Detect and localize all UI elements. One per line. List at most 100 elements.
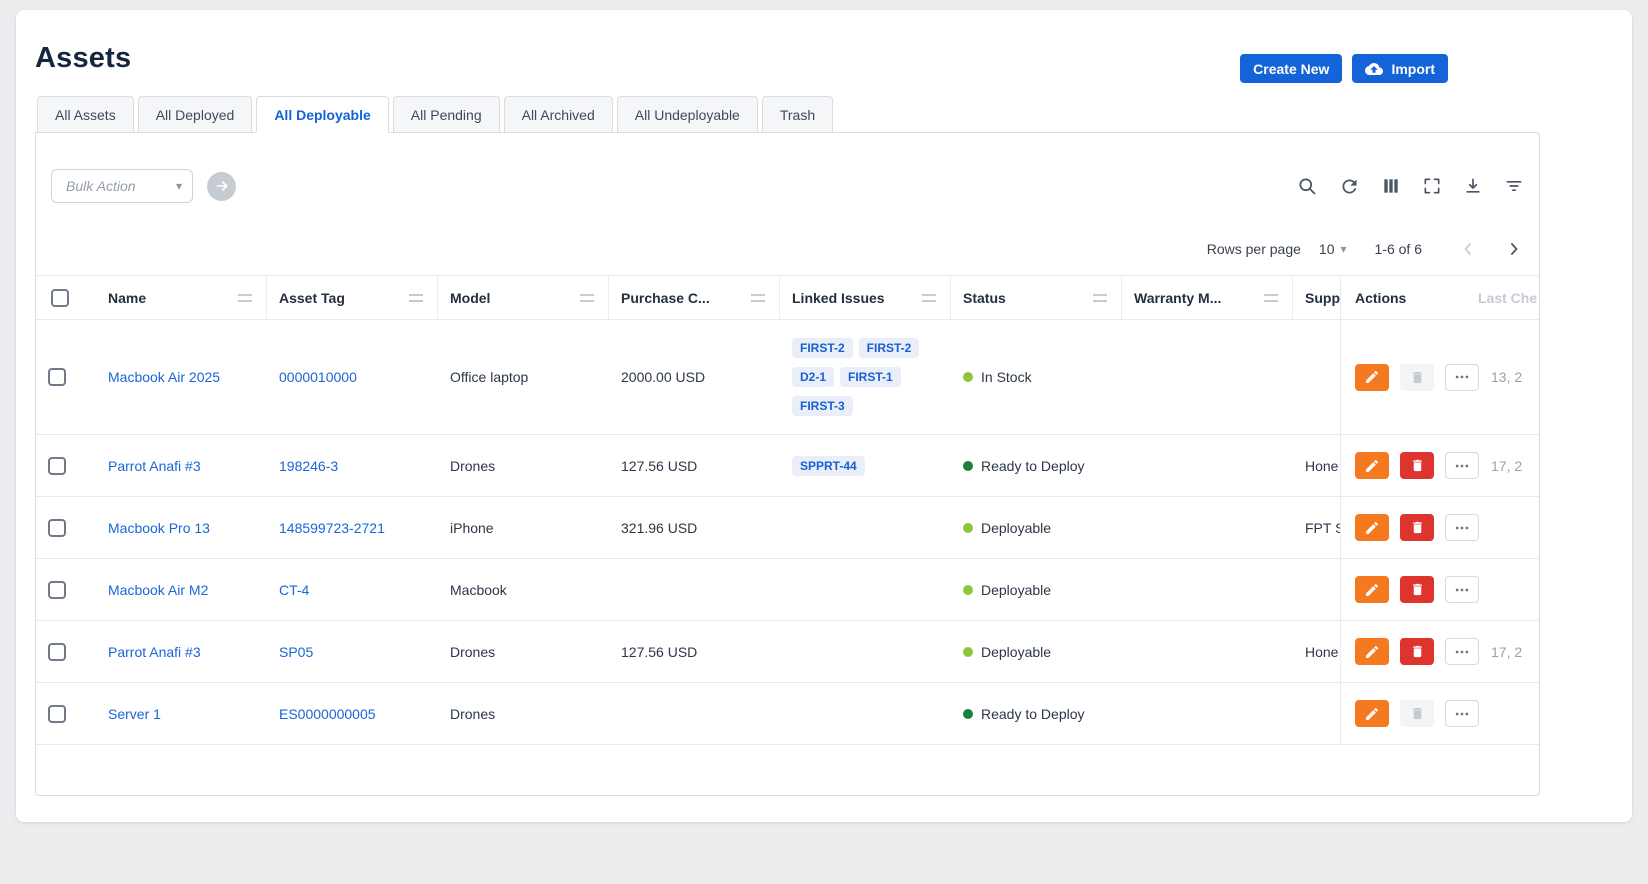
row-checkbox[interactable] — [48, 643, 66, 661]
row-checkbox[interactable] — [48, 457, 66, 475]
row-checkbox[interactable] — [48, 368, 66, 386]
edit-button[interactable] — [1355, 452, 1389, 479]
asset-tag-link[interactable]: SP05 — [279, 644, 313, 660]
asset-tag-cell: ES0000000005 — [267, 683, 438, 744]
trash-icon — [1410, 644, 1425, 659]
linked-issue-badge[interactable]: FIRST-3 — [792, 396, 853, 416]
columns-button[interactable] — [1381, 176, 1401, 196]
more-actions-button[interactable] — [1445, 514, 1479, 541]
prev-page-button[interactable] — [1458, 239, 1478, 259]
search-button[interactable] — [1297, 176, 1318, 197]
delete-button[interactable] — [1400, 364, 1434, 391]
export-button[interactable] — [1463, 176, 1483, 196]
edit-button[interactable] — [1355, 514, 1389, 541]
delete-button[interactable] — [1400, 576, 1434, 603]
refresh-button[interactable] — [1339, 176, 1360, 197]
tab-all-archived[interactable]: All Archived — [504, 96, 613, 133]
asset-name-link[interactable]: Macbook Air 2025 — [108, 369, 220, 385]
name-cell: Macbook Air M2 — [96, 559, 267, 620]
drag-handle-icon[interactable] — [1264, 294, 1278, 302]
edit-button[interactable] — [1355, 638, 1389, 665]
linked-issues-cell: FIRST-2 FIRST-2 D2-1 FIRST-1 FIRST-3 — [780, 320, 951, 434]
header-asset-tag[interactable]: Asset Tag — [267, 276, 438, 319]
drag-handle-icon[interactable] — [409, 294, 423, 302]
linked-issue-badge[interactable]: SPPRT-44 — [792, 456, 865, 476]
create-new-button[interactable]: Create New — [1240, 54, 1342, 83]
drag-handle-icon[interactable] — [751, 294, 765, 302]
header-purchase-cost[interactable]: Purchase C... — [609, 276, 780, 319]
more-actions-button[interactable] — [1445, 638, 1479, 665]
header-status[interactable]: Status — [951, 276, 1122, 319]
edit-button[interactable] — [1355, 576, 1389, 603]
model-cell: iPhone — [438, 497, 609, 558]
asset-name-link[interactable]: Server 1 — [108, 706, 161, 722]
apply-bulk-action-button[interactable] — [207, 172, 236, 201]
linked-issue-badge[interactable]: FIRST-1 — [840, 367, 901, 387]
delete-button[interactable] — [1400, 452, 1434, 479]
rows-per-page-value: 10 — [1319, 241, 1335, 257]
import-label: Import — [1391, 61, 1435, 77]
more-actions-button[interactable] — [1445, 364, 1479, 391]
edit-button[interactable] — [1355, 364, 1389, 391]
warranty-cell — [1122, 559, 1293, 620]
clipped-date-text: 13, 2 — [1491, 369, 1522, 385]
pencil-icon — [1364, 369, 1380, 385]
linked-issue-badge[interactable]: FIRST-2 — [792, 338, 853, 358]
tab-all-deployable[interactable]: All Deployable — [256, 96, 388, 133]
more-actions-button[interactable] — [1445, 700, 1479, 727]
asset-tag-link[interactable]: 0000010000 — [279, 369, 357, 385]
delete-button[interactable] — [1400, 700, 1434, 727]
filter-button[interactable] — [1504, 176, 1524, 196]
asset-tag-link[interactable]: 148599723-2721 — [279, 520, 385, 536]
fullscreen-button[interactable] — [1422, 176, 1442, 196]
drag-handle-icon[interactable] — [1093, 294, 1107, 302]
edit-button[interactable] — [1355, 700, 1389, 727]
row-checkbox[interactable] — [48, 581, 66, 599]
linked-issue-badge[interactable]: D2-1 — [792, 367, 834, 387]
tab-all-undeployable[interactable]: All Undeployable — [617, 96, 758, 133]
model-cell: Macbook — [438, 559, 609, 620]
header-warranty[interactable]: Warranty M... — [1122, 276, 1293, 319]
linked-issue-badge[interactable]: FIRST-2 — [859, 338, 920, 358]
drag-handle-icon[interactable] — [238, 294, 252, 302]
row-checkbox[interactable] — [48, 705, 66, 723]
header-actions-cell: Actions Last Che — [1341, 275, 1539, 320]
header-linked-issues[interactable]: Linked Issues — [780, 276, 951, 319]
table-header-row: Name Asset Tag Model Purchase C... Linke… — [36, 275, 1539, 320]
next-page-button[interactable] — [1504, 239, 1524, 259]
tab-all-deployed[interactable]: All Deployed — [138, 96, 253, 133]
bulk-action-group: Bulk Action ▾ — [51, 169, 236, 203]
linked-issues-cell — [780, 621, 951, 682]
asset-name-link[interactable]: Parrot Anafi #3 — [108, 458, 201, 474]
asset-tag-link[interactable]: 198246-3 — [279, 458, 338, 474]
select-all-checkbox[interactable] — [51, 289, 69, 307]
status-label: In Stock — [981, 369, 1032, 385]
delete-button[interactable] — [1400, 638, 1434, 665]
tab-all-pending[interactable]: All Pending — [393, 96, 500, 133]
more-actions-button[interactable] — [1445, 452, 1479, 479]
asset-name-link[interactable]: Macbook Pro 13 — [108, 520, 210, 536]
status-cell: Ready to Deploy — [951, 683, 1122, 744]
checkbox-cell — [36, 683, 96, 744]
import-button[interactable]: Import — [1352, 54, 1448, 83]
bulk-action-select[interactable]: Bulk Action ▾ — [51, 169, 193, 203]
asset-name-link[interactable]: Macbook Air M2 — [108, 582, 208, 598]
more-actions-button[interactable] — [1445, 576, 1479, 603]
asset-tag-link[interactable]: ES0000000005 — [279, 706, 376, 722]
trash-icon — [1410, 706, 1425, 721]
asset-name-link[interactable]: Parrot Anafi #3 — [108, 644, 201, 660]
asset-tag-link[interactable]: CT-4 — [279, 582, 309, 598]
chevron-right-icon — [1504, 239, 1524, 259]
tab-trash[interactable]: Trash — [762, 96, 833, 133]
column-label: Linked Issues — [792, 290, 885, 306]
delete-button[interactable] — [1400, 514, 1434, 541]
linked-issues-cell — [780, 497, 951, 558]
drag-handle-icon[interactable] — [922, 294, 936, 302]
drag-handle-icon[interactable] — [580, 294, 594, 302]
header-name[interactable]: Name — [96, 276, 267, 319]
row-checkbox[interactable] — [48, 519, 66, 537]
rows-per-page-select[interactable]: 10 ▾ — [1319, 241, 1347, 257]
header-model[interactable]: Model — [438, 276, 609, 319]
bulk-action-placeholder: Bulk Action — [66, 178, 136, 194]
tab-all-assets[interactable]: All Assets — [37, 96, 134, 133]
